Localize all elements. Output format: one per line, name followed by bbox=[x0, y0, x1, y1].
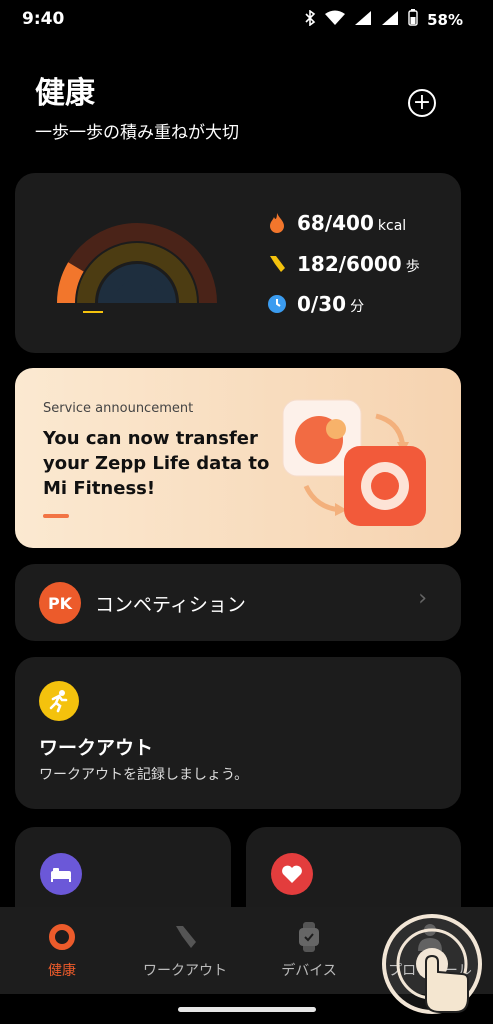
activity-rings bbox=[57, 223, 217, 313]
workout-card[interactable]: ワークアウト ワークアウトを記録しましょう。 bbox=[15, 657, 461, 809]
nav-workout-label: ワークアウト bbox=[143, 963, 227, 979]
nav-device[interactable]: デバイス bbox=[267, 907, 351, 994]
battery-percent: 58% bbox=[427, 10, 463, 29]
competition-label: コンペティション bbox=[95, 594, 246, 616]
steps-progress-mark bbox=[83, 311, 103, 313]
duration-stat: 0/30 分 bbox=[267, 292, 364, 316]
shoe-icon bbox=[267, 254, 287, 274]
status-bar: 9:40 58% bbox=[0, 0, 493, 40]
carousel-indicator bbox=[43, 514, 69, 518]
clock-icon bbox=[267, 294, 287, 314]
shoe-icon bbox=[170, 922, 200, 952]
plus-icon: + bbox=[412, 90, 432, 115]
activity-summary-card[interactable]: 68/400 kcal 182/6000 歩 0/30 分 bbox=[15, 173, 461, 353]
pk-badge: PK bbox=[39, 582, 81, 624]
announcement-banner[interactable]: Service announcement You can now transfe… bbox=[15, 368, 461, 548]
calories-progress-arc bbox=[57, 262, 84, 304]
page-header: 健康 一歩一歩の積み重ねが大切 bbox=[35, 68, 239, 143]
flame-icon bbox=[267, 213, 287, 233]
page-subtitle: 一歩一歩の積み重ねが大切 bbox=[35, 123, 239, 143]
running-icon bbox=[39, 681, 79, 721]
signal-icon-2 bbox=[381, 10, 399, 30]
announcement-title: You can now transfer your Zepp Life data… bbox=[43, 428, 270, 499]
nav-health-label: 健康 bbox=[48, 963, 76, 979]
steps-stat: 182/6000 歩 bbox=[267, 252, 420, 276]
workout-title: ワークアウト bbox=[39, 737, 154, 759]
transfer-illustration-icon bbox=[282, 399, 426, 526]
chevron-right-icon: › bbox=[418, 586, 427, 611]
bluetooth-icon bbox=[304, 8, 316, 30]
wifi-icon bbox=[325, 10, 346, 30]
announcement-label: Service announcement bbox=[43, 401, 194, 416]
status-time: 9:40 bbox=[22, 9, 65, 29]
heart-icon bbox=[271, 853, 313, 895]
tap-indicator-icon bbox=[382, 914, 482, 1014]
add-button[interactable]: + bbox=[408, 89, 436, 117]
nav-workout[interactable]: ワークアウト bbox=[135, 907, 235, 994]
status-icons: 58% bbox=[304, 8, 463, 30]
signal-icon bbox=[354, 10, 372, 30]
calories-stat: 68/400 kcal bbox=[267, 211, 406, 235]
page-title: 健康 bbox=[35, 76, 95, 111]
nav-device-label: デバイス bbox=[281, 963, 337, 979]
workout-description: ワークアウトを記録しましょう。 bbox=[39, 767, 249, 783]
home-indicator bbox=[178, 1007, 316, 1012]
battery-icon bbox=[408, 9, 418, 30]
bed-icon bbox=[40, 853, 82, 895]
nav-health[interactable]: 健康 bbox=[22, 907, 102, 994]
competition-card[interactable]: PK コンペティション › bbox=[15, 564, 461, 641]
ring-icon bbox=[47, 922, 77, 952]
watch-icon bbox=[294, 922, 324, 952]
